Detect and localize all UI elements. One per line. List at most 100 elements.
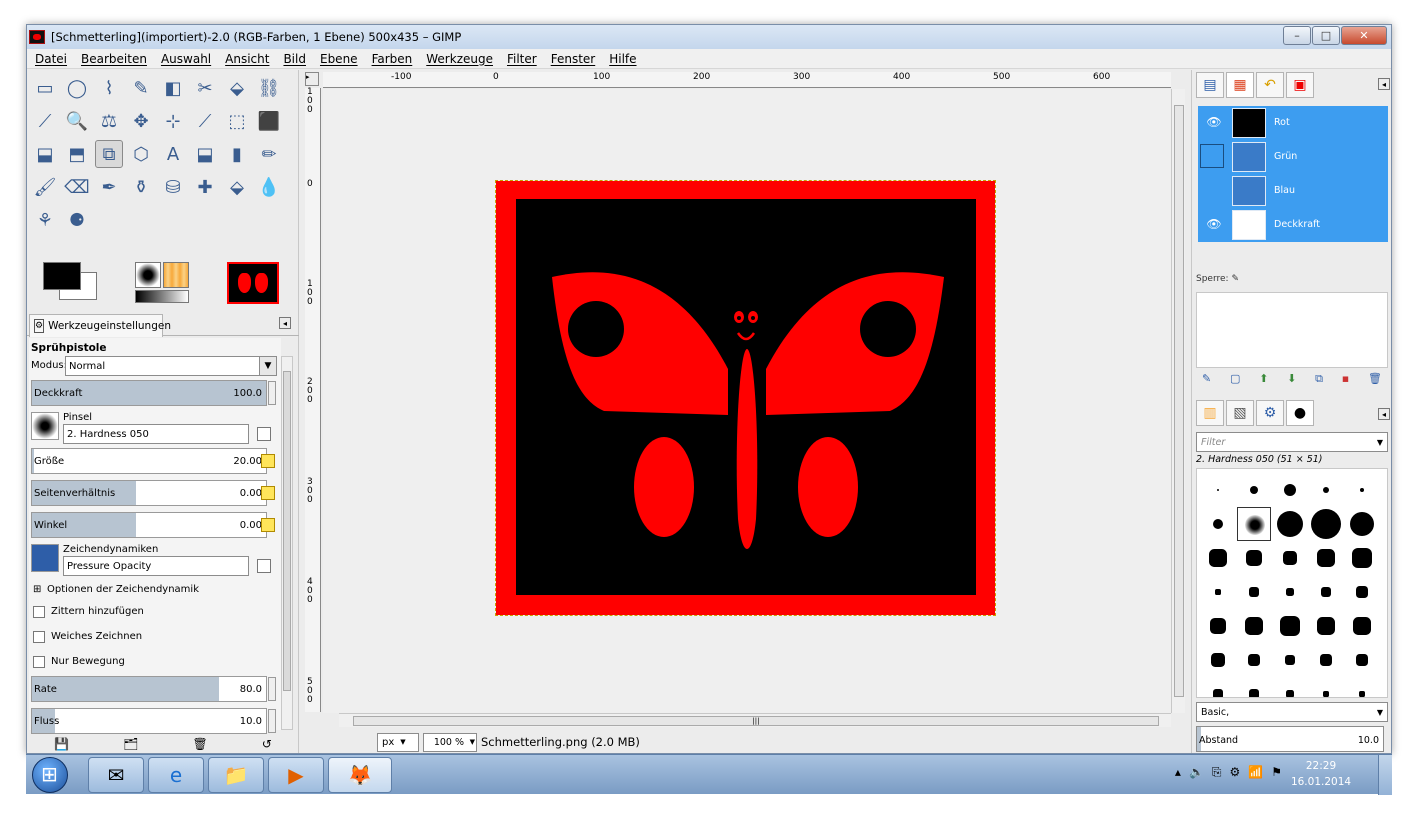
menu-bild[interactable]: Bild <box>275 52 312 66</box>
minimize-button[interactable]: – <box>1283 26 1311 45</box>
menu-filter[interactable]: Filter <box>499 52 543 66</box>
tool-button-15[interactable]: ⬛ <box>255 107 283 135</box>
brush-preset[interactable] <box>1345 507 1379 541</box>
brush-preset[interactable] <box>1273 677 1307 697</box>
show-desktop-button[interactable] <box>1378 755 1392 795</box>
network-share-icon[interactable]: ⚙ <box>1230 765 1241 780</box>
menu-ansicht[interactable]: Ansicht <box>217 52 275 66</box>
brush-preset[interactable] <box>1237 541 1271 575</box>
horizontal-scroll-thumb[interactable]: ||| <box>353 716 1159 726</box>
brush-preset[interactable] <box>1237 609 1271 643</box>
unit-select[interactable]: px ▼ <box>377 732 419 752</box>
tool-button-22[interactable]: ▮ <box>223 140 251 168</box>
tab-patterns[interactable]: ▥ <box>1196 400 1224 426</box>
lower-channel-icon[interactable]: ⬇ <box>1287 372 1296 386</box>
angle-slider[interactable]: Winkel 0.00 <box>31 512 267 538</box>
opacity-spinner[interactable] <box>268 381 276 405</box>
tool-button-14[interactable]: ⬚ <box>223 107 251 135</box>
edit-channel-icon[interactable]: ✎ <box>1202 372 1211 386</box>
expand-dynamics-icon[interactable]: ⊞ <box>33 584 41 595</box>
menu-datei[interactable]: Datei <box>27 52 73 66</box>
tool-button-27[interactable]: ⚱ <box>127 173 155 201</box>
taskbar-clock[interactable]: 22:29 16.01.2014 <box>1286 758 1356 790</box>
visibility-eye-icon[interactable]: 👁 <box>1206 217 1222 233</box>
delete-options-icon[interactable]: 🗑 <box>193 737 208 751</box>
smooth-checkbox[interactable] <box>33 631 45 643</box>
visibility-toggle[interactable] <box>1200 144 1224 168</box>
brush-preset[interactable] <box>1201 609 1235 643</box>
brush-preset[interactable] <box>1345 541 1379 575</box>
dock-menu-icon[interactable]: ◂ <box>1378 78 1390 90</box>
mode-select[interactable]: Normal ▼ <box>65 356 277 376</box>
maximize-button[interactable]: □ <box>1312 26 1340 45</box>
brush-preset[interactable] <box>1237 643 1271 677</box>
fg-bg-colors[interactable] <box>43 262 99 306</box>
scroll-thumb[interactable] <box>283 371 291 691</box>
raise-channel-icon[interactable]: ⬆ <box>1259 372 1268 386</box>
rate-slider[interactable]: Rate 80.0 <box>31 676 276 702</box>
brush-preset[interactable] <box>1201 575 1235 609</box>
reset-options-icon[interactable]: ↺ <box>262 737 272 751</box>
brush-preset[interactable] <box>1237 575 1271 609</box>
menu-werkzeuge[interactable]: Werkzeuge <box>418 52 499 66</box>
menu-hilfe[interactable]: Hilfe <box>601 52 642 66</box>
channel-row[interactable]: Blau <box>1198 174 1388 208</box>
action-center-icon[interactable]: ⚑ <box>1271 765 1282 780</box>
tool-button-26[interactable]: ✒ <box>95 173 123 201</box>
brush-preset[interactable] <box>1237 473 1271 507</box>
brush-preset[interactable] <box>1201 677 1235 697</box>
tab-gradients[interactable]: ▧ <box>1226 400 1254 426</box>
brush-preset[interactable] <box>1273 473 1307 507</box>
vertical-scroll-thumb[interactable] <box>1174 105 1184 697</box>
brush-filter-input[interactable]: Filter ▼ <box>1196 432 1388 452</box>
tool-button-9[interactable]: 🔍 <box>63 107 91 135</box>
menu-farben[interactable]: Farben <box>364 52 419 66</box>
start-button[interactable] <box>32 757 68 793</box>
brush-preset[interactable] <box>1345 677 1379 697</box>
brush-grid[interactable] <box>1196 468 1388 698</box>
brush-preset[interactable] <box>1201 473 1235 507</box>
tool-button-30[interactable]: ⬙ <box>223 173 251 201</box>
tool-button-0[interactable]: ▭ <box>31 74 59 102</box>
brush-tag-select[interactable]: Basic, ▼ <box>1196 702 1388 722</box>
dynamics-options-expander[interactable]: Optionen der Zeichendynamik <box>47 584 199 595</box>
channel-to-selection-icon[interactable]: ▪ <box>1342 372 1349 386</box>
explorer-taskbar-icon[interactable]: 📁 <box>208 757 264 793</box>
flow-spinner[interactable] <box>268 709 276 733</box>
media-player-taskbar-icon[interactable]: ▶ <box>268 757 324 793</box>
tab-image[interactable]: ▣ <box>1286 72 1314 98</box>
vertical-scrollbar[interactable] <box>1171 89 1185 713</box>
aspect-slider[interactable]: Seitenverhältnis 0.00 <box>31 480 267 506</box>
brush-spacing-slider[interactable]: Abstand 10.0 <box>1196 726 1384 752</box>
rate-spinner[interactable] <box>268 677 276 701</box>
brush-preset[interactable] <box>1201 643 1235 677</box>
volume-icon[interactable]: 🔈 <box>1189 765 1204 780</box>
brush-preset[interactable] <box>1345 609 1379 643</box>
menu-ebene[interactable]: Ebene <box>312 52 364 66</box>
active-gradient-preview[interactable] <box>135 290 189 303</box>
reset-aspect-icon[interactable] <box>261 486 275 500</box>
size-slider[interactable]: Größe 20.00 <box>31 448 267 474</box>
motion-only-checkbox[interactable] <box>33 656 45 668</box>
thunderbird-taskbar-icon[interactable]: ✉ <box>88 757 144 793</box>
tool-button-10[interactable]: ⚖ <box>95 107 123 135</box>
vertical-ruler[interactable]: 1 0 0 0 1 0 0 2 0 0 3 0 0 4 0 0 5 0 0 <box>305 88 321 712</box>
tool-button-29[interactable]: ✚ <box>191 173 219 201</box>
dock2-menu-icon[interactable]: ◂ <box>1378 408 1390 420</box>
edit-brush-icon[interactable] <box>257 427 271 441</box>
edit-dynamics-icon[interactable] <box>257 559 271 573</box>
brush-preset[interactable] <box>1309 677 1343 697</box>
active-pattern-preview[interactable] <box>163 262 189 288</box>
brush-selector-button[interactable] <box>31 412 59 440</box>
reset-angle-icon[interactable] <box>261 518 275 532</box>
tool-button-16[interactable]: ⬓ <box>31 140 59 168</box>
flow-slider[interactable]: Fluss 10.0 <box>31 708 276 734</box>
tool-button-6[interactable]: ⬙ <box>223 74 251 102</box>
close-button[interactable]: ✕ <box>1341 26 1387 45</box>
active-brush-preview[interactable] <box>135 262 161 288</box>
brush-preset[interactable] <box>1345 473 1379 507</box>
tool-button-28[interactable]: ⛁ <box>159 173 187 201</box>
tool-button-19[interactable]: ⬡ <box>127 140 155 168</box>
tab-channels[interactable]: ▦ <box>1226 72 1254 98</box>
tool-button-23[interactable]: ✏ <box>255 140 283 168</box>
